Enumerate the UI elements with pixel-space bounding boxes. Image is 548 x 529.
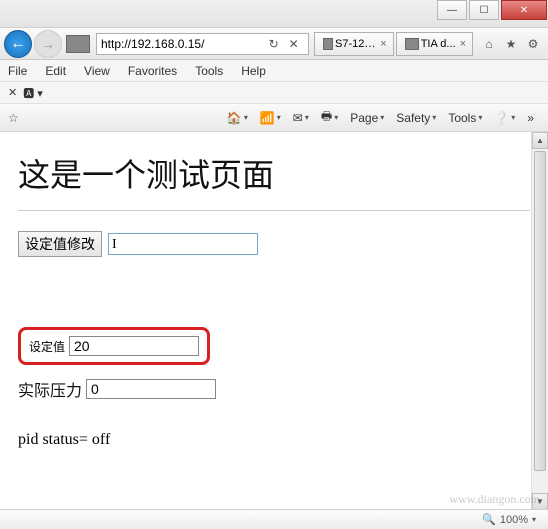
vertical-scrollbar[interactable]: ▲ ▼ <box>531 132 548 510</box>
setpoint-label: 设定值 <box>29 338 65 355</box>
menu-bar: File Edit View Favorites Tools Help <box>0 60 548 82</box>
menu-edit[interactable]: Edit <box>45 64 66 78</box>
tools-menu[interactable]: Tools▾ <box>448 111 482 125</box>
divider <box>18 210 530 211</box>
overflow-icon[interactable]: » <box>527 111 534 125</box>
menu-bar-2: ✕ 🅰 ▾ <box>0 82 548 104</box>
watermark: www.diangon.com <box>449 492 540 507</box>
stop-icon[interactable]: ✕ <box>284 37 304 51</box>
menu-view[interactable]: View <box>84 64 110 78</box>
nav-bar: ← → ↻ ✕ S7-1200 s... × TIA d... × ⌂ ★ ⚙ <box>0 28 548 60</box>
maximize-button[interactable]: ☐ <box>469 0 499 20</box>
help-icon[interactable]: ❔▾ <box>494 111 515 125</box>
home-icon[interactable]: ⌂ <box>480 35 498 53</box>
minimize-button[interactable]: — <box>437 0 467 20</box>
pid-status-label: pid status= <box>18 431 88 448</box>
page-content: 这是一个测试页面 设定值修改 I 设定值 实际压力 pid status= of… <box>0 132 548 512</box>
menu-help[interactable]: Help <box>241 64 266 78</box>
favorites-icon[interactable]: ★ <box>502 35 520 53</box>
safety-menu[interactable]: Safety▾ <box>396 111 436 125</box>
scroll-thumb[interactable] <box>534 151 546 471</box>
text-cursor-icon: I <box>112 237 117 253</box>
address-bar[interactable]: ↻ ✕ <box>96 33 309 55</box>
gear-icon[interactable]: ⚙ <box>524 35 542 53</box>
window-titlebar: — ☐ ✕ <box>0 0 548 28</box>
tab-close-icon[interactable]: × <box>380 38 386 50</box>
setpoint-value-input[interactable] <box>69 336 199 356</box>
x-icon[interactable]: ✕ <box>8 86 17 99</box>
pressure-value-input[interactable] <box>86 379 216 399</box>
tab-label: TIA d... <box>421 38 456 50</box>
zoom-icon: 🔍 <box>482 513 496 526</box>
tab-icon <box>323 38 333 50</box>
url-input[interactable] <box>101 37 264 51</box>
favorites-bar-icon[interactable]: ☆ <box>8 111 19 125</box>
modify-setpoint-input[interactable] <box>108 233 258 255</box>
menu-file[interactable]: File <box>8 64 27 78</box>
command-bar: ☆ 🏠▾ 📶▾ ✉▾ 🖶▾ Page▾ Safety▾ Tools▾ ❔▾ » <box>0 104 548 132</box>
site-icon <box>66 35 90 53</box>
menu-favorites[interactable]: Favorites <box>128 64 177 78</box>
zoom-value: 100% <box>500 514 528 526</box>
home-dropdown[interactable]: 🏠▾ <box>227 111 248 125</box>
status-bar: 🔍 100% ▾ <box>0 509 548 529</box>
tab-icon <box>405 38 419 50</box>
convert-icon[interactable]: 🅰 ▾ <box>23 85 43 101</box>
page-menu[interactable]: Page▾ <box>350 111 384 125</box>
zoom-control[interactable]: 🔍 100% ▾ <box>478 513 540 526</box>
browser-tab[interactable]: S7-1200 s... × <box>314 32 394 56</box>
pid-status-value: off <box>92 431 110 448</box>
modify-row: 设定值修改 I <box>18 231 530 257</box>
feeds-dropdown[interactable]: 📶▾ <box>260 111 281 125</box>
pressure-row: 实际压力 <box>18 377 530 401</box>
pid-status-line: pid status= off <box>18 431 530 449</box>
pressure-label: 实际压力 <box>18 377 82 401</box>
print-dropdown[interactable]: 🖶▾ <box>321 107 338 128</box>
nav-tools: ⌂ ★ ⚙ <box>478 35 544 53</box>
menu-tools[interactable]: Tools <box>195 64 223 78</box>
setpoint-highlight: 设定值 <box>18 327 210 365</box>
browser-tab[interactable]: TIA d... × <box>396 32 473 56</box>
modify-setpoint-button[interactable]: 设定值修改 <box>18 231 102 257</box>
close-button[interactable]: ✕ <box>501 0 547 20</box>
scroll-up-button[interactable]: ▲ <box>532 132 548 149</box>
tab-close-icon[interactable]: × <box>460 38 466 50</box>
zoom-dropdown-icon[interactable]: ▾ <box>532 515 536 524</box>
mail-dropdown[interactable]: ✉▾ <box>293 111 309 125</box>
refresh-icon[interactable]: ↻ <box>264 37 284 51</box>
tab-label: S7-1200 s... <box>335 38 376 50</box>
back-button[interactable]: ← <box>4 30 32 58</box>
page-title: 这是一个测试页面 <box>18 150 530 196</box>
forward-button[interactable]: → <box>34 30 62 58</box>
